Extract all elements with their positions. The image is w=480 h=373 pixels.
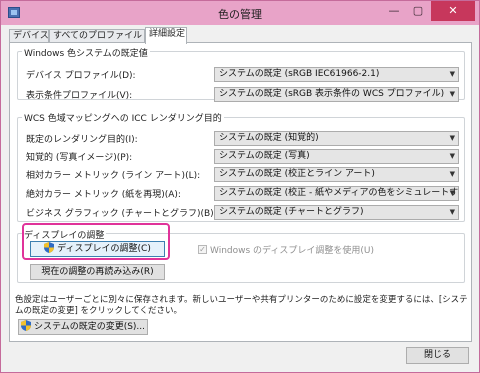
chevron-down-icon: ▼ — [449, 152, 455, 160]
device-profile-label: デバイス プロファイル(D): — [26, 71, 136, 81]
chevron-down-icon: ▼ — [449, 70, 455, 78]
reload-calibration-button[interactable]: 現在の調整の再読み込み(R) — [30, 264, 165, 280]
close-button[interactable]: 閉じる — [406, 347, 469, 364]
business-graphics-value: システムの既定 (チャートとグラフ) — [219, 207, 364, 217]
uac-shield-icon — [20, 320, 31, 331]
title-bar[interactable]: 色の管理 — ▢ ✕ — [1, 1, 479, 25]
perceptual-dropdown[interactable]: システムの既定 (写真) ▼ — [214, 149, 459, 164]
use-windows-calibration-label: Windows のディスプレイ調整を使用(U) — [210, 246, 375, 256]
chevron-down-icon: ▼ — [449, 90, 455, 98]
change-system-defaults-label: システムの既定の変更(S)... — [33, 322, 146, 332]
relative-colorimetric-dropdown[interactable]: システムの既定 (校正とライン アート) ▼ — [214, 167, 459, 182]
perceptual-label: 知覚的 (写真イメージ)(P): — [26, 153, 133, 163]
use-windows-calibration-checkbox[interactable]: ✓ — [198, 245, 207, 254]
business-graphics-dropdown[interactable]: システムの既定 (チャートとグラフ) ▼ — [214, 205, 459, 220]
chevron-down-icon: ▼ — [449, 134, 455, 142]
perceptual-value: システムの既定 (写真) — [219, 151, 310, 161]
viewing-conditions-label: 表示条件プロファイル(V): — [26, 91, 133, 101]
default-intent-dropdown[interactable]: システムの既定 (知覚的) ▼ — [214, 131, 459, 146]
windows-defaults-heading: Windows 色システムの既定値 — [22, 46, 150, 59]
absolute-colorimetric-label: 絶対カラー メトリック (紙を再現)(A): — [26, 190, 181, 200]
chevron-down-icon: ▼ — [449, 170, 455, 178]
device-profile-dropdown[interactable]: システムの既定 (sRGB IEC61966-2.1) ▼ — [214, 67, 459, 82]
chevron-down-icon: ▼ — [449, 189, 455, 197]
relative-colorimetric-label: 相対カラー メトリック (ライン アート)(L): — [26, 171, 201, 181]
viewing-conditions-dropdown[interactable]: システムの既定 (sRGB 表示条件の WCS プロファイル) ▼ — [214, 87, 459, 102]
tab-devices[interactable]: デバイス — [9, 29, 49, 43]
calibration-highlight-frame — [22, 223, 170, 260]
relative-colorimetric-value: システムの既定 (校正とライン アート) — [219, 169, 375, 179]
color-management-window: 色の管理 — ▢ ✕ デバイス すべてのプロファイル 詳細設定 Windows … — [0, 0, 480, 373]
maximize-button[interactable]: ▢ — [407, 1, 429, 21]
chevron-down-icon: ▼ — [449, 208, 455, 216]
tab-all-profiles[interactable]: すべてのプロファイル — [49, 29, 145, 43]
absolute-colorimetric-value: システムの既定 (校正 - 紙やメディアの色をシミュレートする) — [219, 188, 459, 198]
absolute-colorimetric-dropdown[interactable]: システムの既定 (校正 - 紙やメディアの色をシミュレートする) ▼ — [214, 186, 459, 201]
device-profile-value: システムの既定 (sRGB IEC61966-2.1) — [219, 69, 380, 79]
minimize-button[interactable]: — — [383, 1, 405, 21]
close-window-button[interactable]: ✕ — [431, 1, 475, 21]
default-intent-value: システムの既定 (知覚的) — [219, 133, 319, 143]
viewing-conditions-value: システムの既定 (sRGB 表示条件の WCS プロファイル) — [219, 89, 445, 99]
icc-mapping-heading: WCS 色域マッピングへの ICC レンダリング目的 — [22, 111, 224, 124]
per-user-note: 色設定はユーザーごとに別々に保存されます。新しいユーザーや共有プリンターのために… — [15, 295, 468, 316]
tab-advanced[interactable]: 詳細設定 — [145, 27, 187, 44]
default-intent-label: 既定のレンダリング目的(I): — [26, 135, 138, 145]
business-graphics-label: ビジネス グラフィック (チャートとグラフ)(B): — [26, 209, 217, 219]
reload-calibration-label: 現在の調整の再読み込み(R) — [41, 267, 154, 277]
change-system-defaults-button[interactable]: システムの既定の変更(S)... — [18, 319, 148, 335]
